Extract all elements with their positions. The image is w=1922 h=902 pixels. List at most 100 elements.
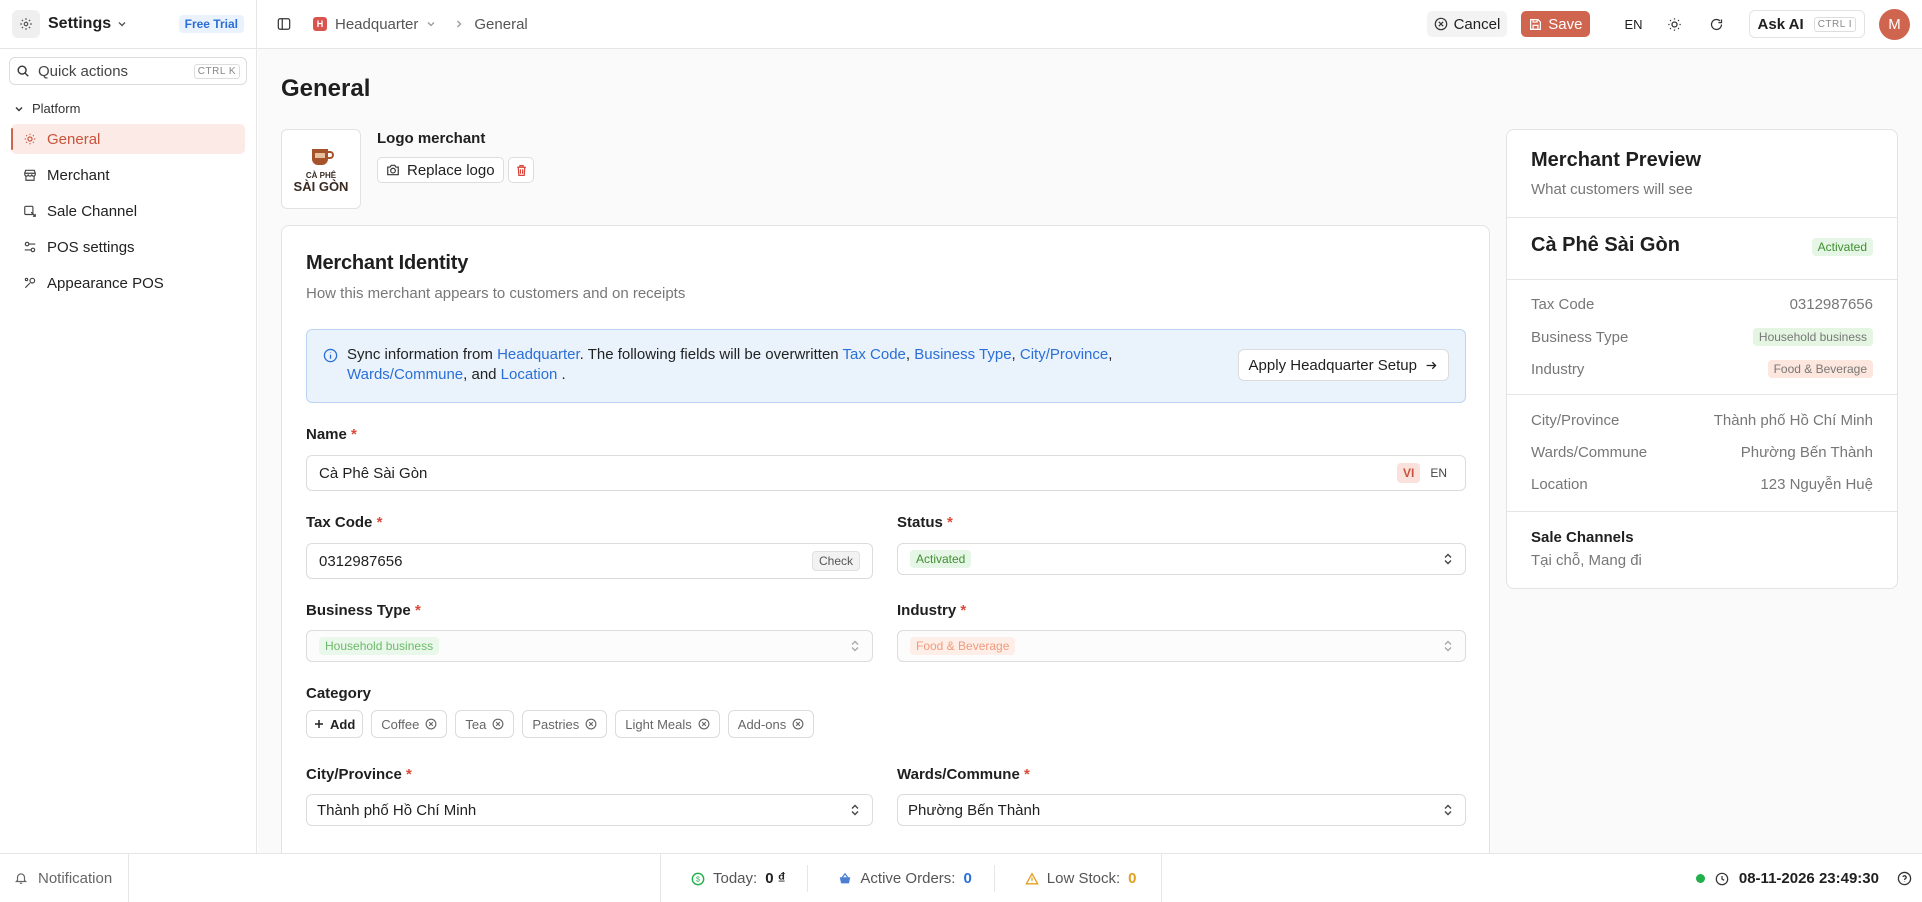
bell-icon xyxy=(14,871,28,885)
arrow-right-icon xyxy=(1425,359,1438,372)
sync-message: Sync information from Headquarter. The f… xyxy=(347,345,1147,385)
ask-ai-shortcut: CTRL I xyxy=(1813,16,1856,32)
save-button[interactable]: Save xyxy=(1521,11,1591,37)
sync-text: . xyxy=(557,366,566,383)
preview-merchant-name: Cà Phê Sài Gòn xyxy=(1531,234,1680,256)
notification-button[interactable]: Notification xyxy=(0,853,129,902)
stat-today: $ Today: 0 ₫ xyxy=(661,865,809,892)
apply-label: Apply Headquarter Setup xyxy=(1248,356,1417,374)
breadcrumb-org[interactable]: Headquarter xyxy=(335,16,418,33)
sidebar-item-label: POS settings xyxy=(47,238,135,256)
divider xyxy=(1507,511,1897,512)
name-field[interactable]: Cà Phê Sài Gòn VI EN xyxy=(306,455,1466,491)
required-mark: * xyxy=(351,426,357,443)
preview-row-ward: Wards/Commune Phường Bến Thành xyxy=(1531,444,1873,461)
sliders-icon xyxy=(23,240,37,254)
sidebar-nav: General Merchant Sale Channel POS settin… xyxy=(0,124,256,298)
add-label: Add xyxy=(330,716,356,732)
cancel-button[interactable]: Cancel xyxy=(1426,11,1508,37)
preview-row-industry: Industry Food & Beverage xyxy=(1531,360,1873,378)
status-select[interactable]: Activated xyxy=(897,543,1466,575)
sidebar-item-merchant[interactable]: Merchant xyxy=(11,160,245,190)
sidebar-item-general[interactable]: General xyxy=(11,124,245,154)
preview-sale-channels-label: Sale Channels xyxy=(1531,529,1634,546)
check-tax-button[interactable]: Check xyxy=(811,551,860,571)
row-value: 123 Nguyễn Huệ xyxy=(1760,476,1873,493)
top-bar: Settings Free Trial H Headquarter Genera… xyxy=(0,0,1922,49)
quick-actions-label: Quick actions xyxy=(38,62,129,80)
headquarter-link[interactable]: Headquarter xyxy=(497,346,580,363)
remove-circle-icon[interactable] xyxy=(585,718,597,730)
category-chip[interactable]: Light Meals xyxy=(615,710,720,738)
sync-text: . The following fields will be overwritt… xyxy=(579,346,843,363)
select-arrows-icon xyxy=(1443,804,1453,816)
name-label: Name * xyxy=(306,426,357,443)
tax-code-label: Tax Code * xyxy=(306,514,382,531)
add-category-button[interactable]: Add xyxy=(306,710,364,738)
language-toggle[interactable]: EN xyxy=(1624,17,1642,32)
required-mark: * xyxy=(414,602,421,619)
datetime-text: 08-11-2026 23:49:30 xyxy=(1738,870,1879,887)
category-chip[interactable]: Add-ons xyxy=(727,710,815,738)
sidebar-item-appearance-pos[interactable]: Appearance POS xyxy=(11,268,245,298)
tax-code-field[interactable]: 0312987656 Check xyxy=(306,543,873,579)
chevron-down-icon xyxy=(117,19,127,29)
ward-select[interactable]: Phường Bến Thành xyxy=(897,794,1466,826)
status-label-text: Status xyxy=(897,514,943,531)
tax-code-label-text: Tax Code xyxy=(306,514,373,531)
remove-circle-icon[interactable] xyxy=(698,718,710,730)
help-icon[interactable] xyxy=(1897,871,1912,886)
sidebar-item-pos-settings[interactable]: POS settings xyxy=(11,232,245,262)
city-select[interactable]: Thành phố Hồ Chí Minh xyxy=(306,794,873,826)
industry-select[interactable]: Food & Beverage xyxy=(897,630,1466,662)
ask-ai-button[interactable]: Ask AI CTRL I xyxy=(1748,10,1865,38)
tax-code-value: 0312987656 xyxy=(319,552,403,570)
free-trial-badge[interactable]: Free Trial xyxy=(178,15,244,33)
logo-label: Logo merchant xyxy=(377,130,486,147)
sidebar-toggle-icon[interactable] xyxy=(277,17,291,31)
lang-en-toggle[interactable]: EN xyxy=(1424,463,1453,483)
field-tax-code-link[interactable]: Tax Code xyxy=(843,346,906,363)
sun-gear-icon xyxy=(23,132,37,146)
category-chip[interactable]: Tea xyxy=(455,710,515,738)
quick-actions-shortcut: CTRL K xyxy=(193,63,240,79)
lang-vi-toggle[interactable]: VI xyxy=(1396,463,1421,483)
sidebar-group-platform[interactable]: Platform xyxy=(0,101,256,116)
user-avatar[interactable]: M xyxy=(1879,8,1910,40)
sidebar-item-label: Appearance POS xyxy=(47,274,164,292)
footer-clock: 08-11-2026 23:49:30 xyxy=(1695,854,1912,902)
category-chip[interactable]: Coffee xyxy=(371,710,448,738)
app-switcher[interactable]: Settings Free Trial xyxy=(0,0,257,49)
remove-circle-icon[interactable] xyxy=(792,718,804,730)
sidebar-item-sale-channel[interactable]: Sale Channel xyxy=(11,196,245,226)
category-chip[interactable]: Pastries xyxy=(522,710,608,738)
business-type-select[interactable]: Household business xyxy=(306,630,873,662)
field-wards-link[interactable]: Wards/Commune xyxy=(347,366,463,383)
theme-sun-icon[interactable] xyxy=(1665,14,1685,34)
coffee-cup-logo-icon xyxy=(312,149,334,165)
delete-logo-button[interactable] xyxy=(508,157,534,183)
field-location-link[interactable]: Location xyxy=(501,366,558,383)
field-business-type-link[interactable]: Business Type xyxy=(914,346,1011,363)
category-chips: Add Coffee Tea Pastries Light Meals Add-… xyxy=(306,710,815,738)
replace-logo-button[interactable]: Replace logo xyxy=(377,157,504,183)
field-city-link[interactable]: City/Province xyxy=(1020,346,1108,363)
warning-icon xyxy=(1024,871,1039,886)
remove-circle-icon[interactable] xyxy=(425,718,437,730)
row-value: Phường Bến Thành xyxy=(1740,444,1873,461)
apply-headquarter-button[interactable]: Apply Headquarter Setup xyxy=(1237,349,1449,381)
replace-logo-label: Replace logo xyxy=(407,161,495,179)
row-label: Tax Code xyxy=(1531,296,1595,313)
save-label: Save xyxy=(1548,15,1583,33)
preview-row-location: Location 123 Nguyễn Huệ xyxy=(1531,476,1873,493)
quick-actions-search[interactable]: Quick actions CTRL K xyxy=(9,57,247,85)
status-label: Status * xyxy=(897,514,953,531)
merchant-logo: CÀ PHÊ SÀI GÒN xyxy=(281,129,361,209)
chevron-down-icon[interactable] xyxy=(426,19,436,29)
refresh-icon[interactable] xyxy=(1707,14,1727,34)
remove-circle-icon[interactable] xyxy=(492,718,504,730)
row-label: Location xyxy=(1531,476,1588,493)
category-label-text: Light Meals xyxy=(625,716,692,732)
ward-value: Phường Bến Thành xyxy=(908,801,1041,819)
ask-ai-label: Ask AI xyxy=(1757,15,1804,33)
